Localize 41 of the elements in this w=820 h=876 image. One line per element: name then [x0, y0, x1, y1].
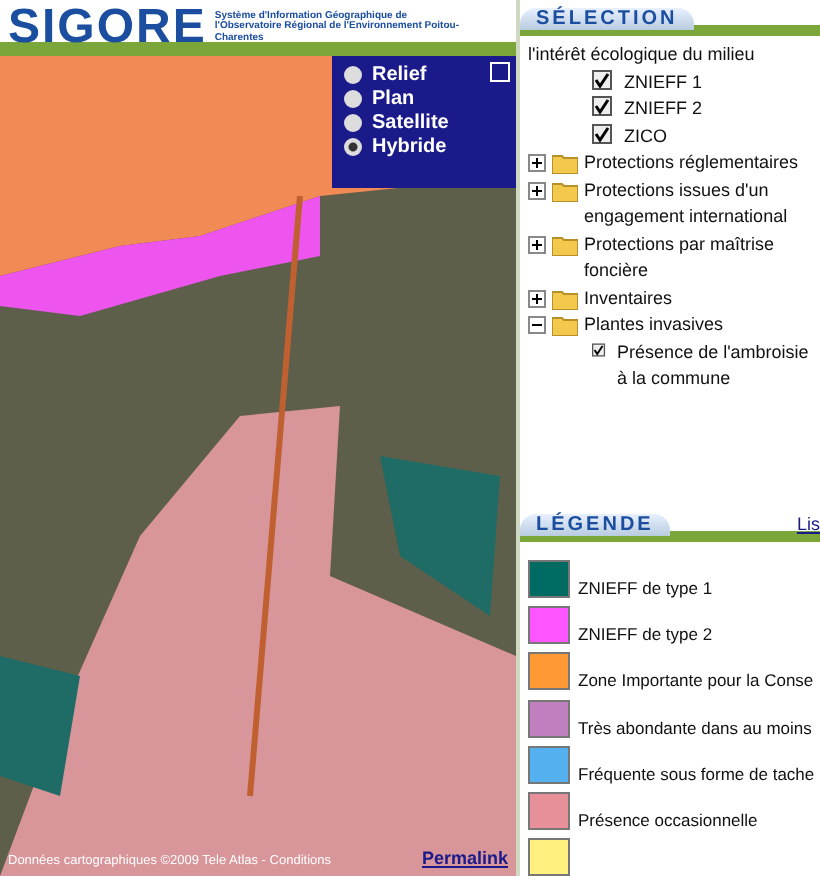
folder-icon	[552, 235, 578, 255]
legend-label: ZNIEFF de type 1	[578, 578, 713, 599]
expand-icon[interactable]	[528, 154, 546, 172]
tree-label[interactable]: Protections par maîtrise foncière	[584, 231, 820, 285]
logo: SIGORE	[8, 4, 207, 52]
permalink-link[interactable]: Permalink	[421, 848, 508, 868]
folder-icon	[552, 181, 578, 201]
legend-tab[interactable]: LÉGENDE	[520, 513, 670, 535]
expand-icon[interactable]	[528, 289, 546, 307]
selection-tab[interactable]: SÉLECTION	[520, 7, 694, 29]
layer-radio[interactable]: Satellite	[344, 112, 504, 134]
legend-label: ZNIEFF de type 2	[578, 624, 713, 645]
tree-label[interactable]: ZICO	[624, 123, 667, 150]
map-drawing[interactable]	[0, 56, 516, 876]
checkbox[interactable]	[592, 123, 612, 143]
tree-label[interactable]: ZNIEFF 1	[624, 69, 703, 96]
layer-radio[interactable]: Relief	[344, 64, 504, 86]
legend-label: Zone Importante pour la Conse	[578, 670, 814, 691]
minimize-icon[interactable]	[490, 62, 510, 82]
tree-label[interactable]: Protections issues d'un engagement international	[584, 177, 820, 231]
folder-icon	[552, 316, 578, 336]
legend-label: Fréquente sous forme de tache	[578, 763, 815, 784]
tree-label[interactable]: Protections réglementaires	[584, 150, 799, 177]
collapse-icon[interactable]	[528, 316, 546, 334]
checkbox[interactable]	[592, 69, 612, 89]
legend-label: Très abondante dans au moins	[578, 717, 812, 738]
folder-icon	[552, 289, 578, 309]
expand-icon[interactable]	[528, 235, 546, 253]
checkbox[interactable]	[592, 339, 606, 359]
list-link[interactable]: Lis	[796, 514, 820, 534]
layer-radio[interactable]: Plan	[344, 88, 504, 110]
tree-label[interactable]: Présence de l'ambroisie à la commune	[617, 339, 820, 393]
tree-label[interactable]: Plantes invasives	[584, 312, 724, 339]
tree-label[interactable]: Inventaires	[584, 285, 673, 312]
tree-label[interactable]: ZNIEFF 2	[624, 96, 703, 123]
expand-icon[interactable]	[528, 181, 546, 199]
folder-icon	[552, 154, 578, 174]
legend-label: Présence occasionnelle	[578, 809, 758, 830]
layer-radio[interactable]: Hybride	[344, 136, 504, 158]
checkbox[interactable]	[592, 96, 612, 116]
tree-label[interactable]: l'intérêt écologique du milieu	[528, 42, 755, 69]
